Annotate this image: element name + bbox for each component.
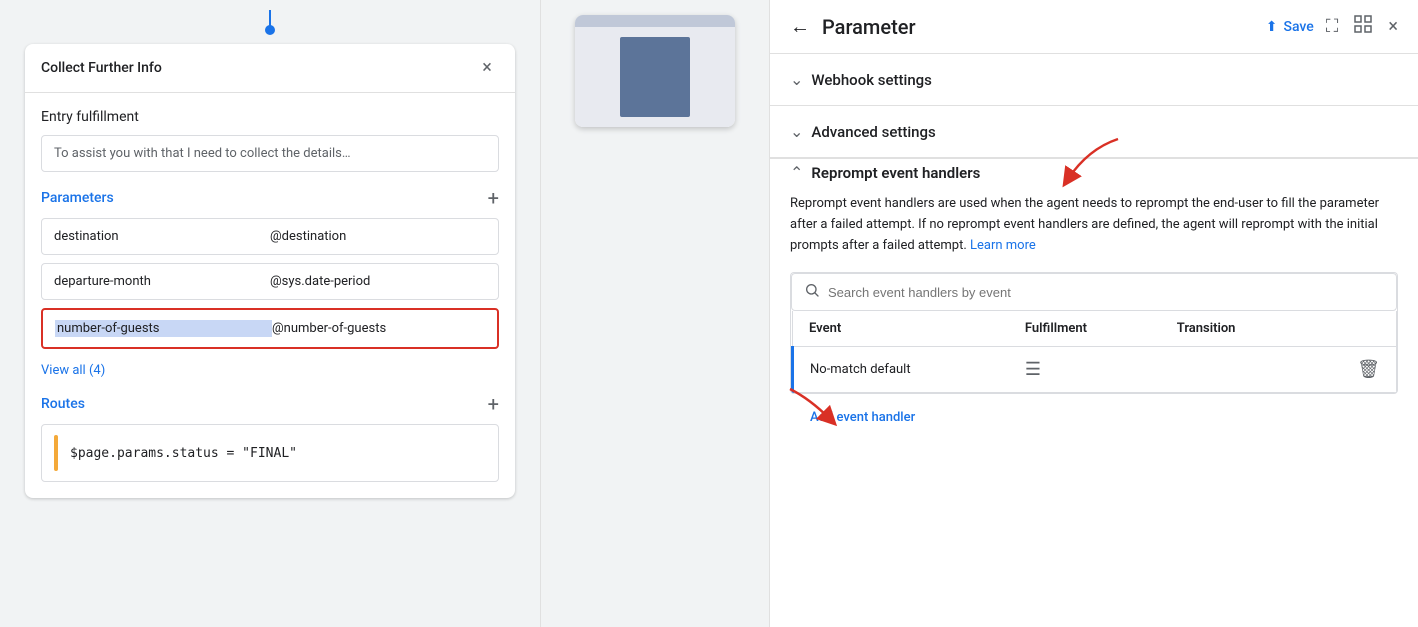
events-table: Event Fulfillment Transition No-match de… <box>791 311 1397 393</box>
parameters-add-button[interactable]: + <box>488 188 499 208</box>
route-indicator <box>54 435 58 471</box>
routes-add-button[interactable]: + <box>488 394 499 414</box>
event-handlers-container: Event Fulfillment Transition No-match de… <box>790 272 1398 394</box>
webhook-settings-header[interactable]: ⌄ Webhook settings <box>770 54 1418 105</box>
add-event-area: Add event handler <box>790 398 1398 437</box>
canvas-panel <box>540 0 770 627</box>
node-icon-area <box>575 27 735 127</box>
parameters-header: Parameters + <box>41 188 499 208</box>
red-arrow-bottom <box>780 379 840 429</box>
card-header: Collect Further Info × <box>25 44 515 93</box>
right-panel-title: Parameter <box>822 15 1254 39</box>
param-row-destination[interactable]: destination @destination <box>41 218 499 255</box>
close-icon[interactable]: × <box>1388 16 1398 37</box>
card-body: Entry fulfillment To assist you with tha… <box>25 93 515 498</box>
col-actions <box>1307 311 1396 347</box>
save-label: Save <box>1284 19 1314 35</box>
webhook-chevron: ⌄ <box>790 70 803 89</box>
param-row-number-of-guests[interactable]: number-of-guests @number-of-guests <box>41 308 499 349</box>
param-name-destination: destination <box>54 229 270 244</box>
save-icon: ⬆ <box>1266 19 1278 35</box>
right-content: ⌄ Webhook settings ⌄ Advanced settings <box>770 54 1418 627</box>
entry-fulfillment-label: Entry fulfillment <box>41 109 499 125</box>
transition-cell <box>1161 347 1307 393</box>
node-icon-rect <box>620 37 690 117</box>
param-value-number-of-guests: @number-of-guests <box>272 321 485 336</box>
fulfillment-icon: ☰ <box>1025 359 1041 380</box>
node-card[interactable] <box>575 15 735 127</box>
reprompt-section: ⌃ Reprompt event handlers Reprompt event… <box>770 159 1418 453</box>
entry-fulfillment-text[interactable]: To assist you with that I need to collec… <box>41 135 499 172</box>
col-event: Event <box>793 311 1009 347</box>
webhook-settings-section: ⌄ Webhook settings <box>770 54 1418 106</box>
route-condition: $page.params.status = "FINAL" <box>70 446 297 461</box>
node-header-bar <box>575 15 735 27</box>
view-all-link[interactable]: View all (4) <box>41 363 105 378</box>
delete-icon[interactable]: 🗑 <box>1357 359 1380 380</box>
webhook-settings-title: Webhook settings <box>811 71 932 89</box>
right-panel-header: ← Parameter ⬆ Save ⛶ × <box>770 0 1418 54</box>
param-name-number-of-guests: number-of-guests <box>55 320 272 337</box>
reprompt-section-wrapper: ⌃ Reprompt event handlers Reprompt event… <box>770 158 1418 453</box>
grid-icon[interactable] <box>1354 15 1372 38</box>
search-input[interactable] <box>828 285 1384 300</box>
routes-header: Routes + <box>41 394 499 414</box>
routes-section: Routes + $page.params.status = "FINAL" <box>41 394 499 482</box>
col-fulfillment: Fulfillment <box>1009 311 1161 347</box>
search-box[interactable] <box>791 273 1397 311</box>
route-row[interactable]: $page.params.status = "FINAL" <box>41 424 499 482</box>
save-button[interactable]: ⬆ Save <box>1266 19 1314 35</box>
back-button[interactable]: ← <box>790 14 810 39</box>
table-row[interactable]: No-match default ☰ 🗑 <box>793 347 1397 393</box>
fulfillment-cell[interactable]: ☰ <box>1009 347 1161 393</box>
card-close-button[interactable]: × <box>475 56 499 80</box>
param-value-departure-month: @sys.date-period <box>270 274 486 289</box>
col-transition: Transition <box>1161 311 1307 347</box>
red-arrow-top <box>1038 129 1138 189</box>
search-icon <box>804 282 820 302</box>
routes-title[interactable]: Routes <box>41 396 85 412</box>
expand-icon[interactable]: ⛶ <box>1326 16 1339 37</box>
collect-further-info-card: Collect Further Info × Entry fulfillment… <box>25 44 515 498</box>
reprompt-description: Reprompt event handlers are used when th… <box>790 194 1398 256</box>
param-value-destination: @destination <box>270 229 486 244</box>
learn-more-link[interactable]: Learn more <box>970 238 1036 253</box>
header-icons: ⛶ × <box>1326 15 1398 38</box>
left-panel: Collect Further Info × Entry fulfillment… <box>0 0 540 627</box>
advanced-settings-title: Advanced settings <box>811 123 935 141</box>
reprompt-chevron: ⌃ <box>790 163 803 182</box>
delete-cell[interactable]: 🗑 <box>1307 347 1396 393</box>
connector-top <box>269 10 271 30</box>
advanced-chevron: ⌄ <box>790 122 803 141</box>
param-name-departure-month: departure-month <box>54 274 270 289</box>
right-panel: ← Parameter ⬆ Save ⛶ × ⌄ Webhook <box>770 0 1418 627</box>
parameters-title[interactable]: Parameters <box>41 190 114 206</box>
reprompt-title: Reprompt event handlers <box>811 164 980 182</box>
card-title: Collect Further Info <box>41 60 162 76</box>
param-row-departure-month[interactable]: departure-month @sys.date-period <box>41 263 499 300</box>
